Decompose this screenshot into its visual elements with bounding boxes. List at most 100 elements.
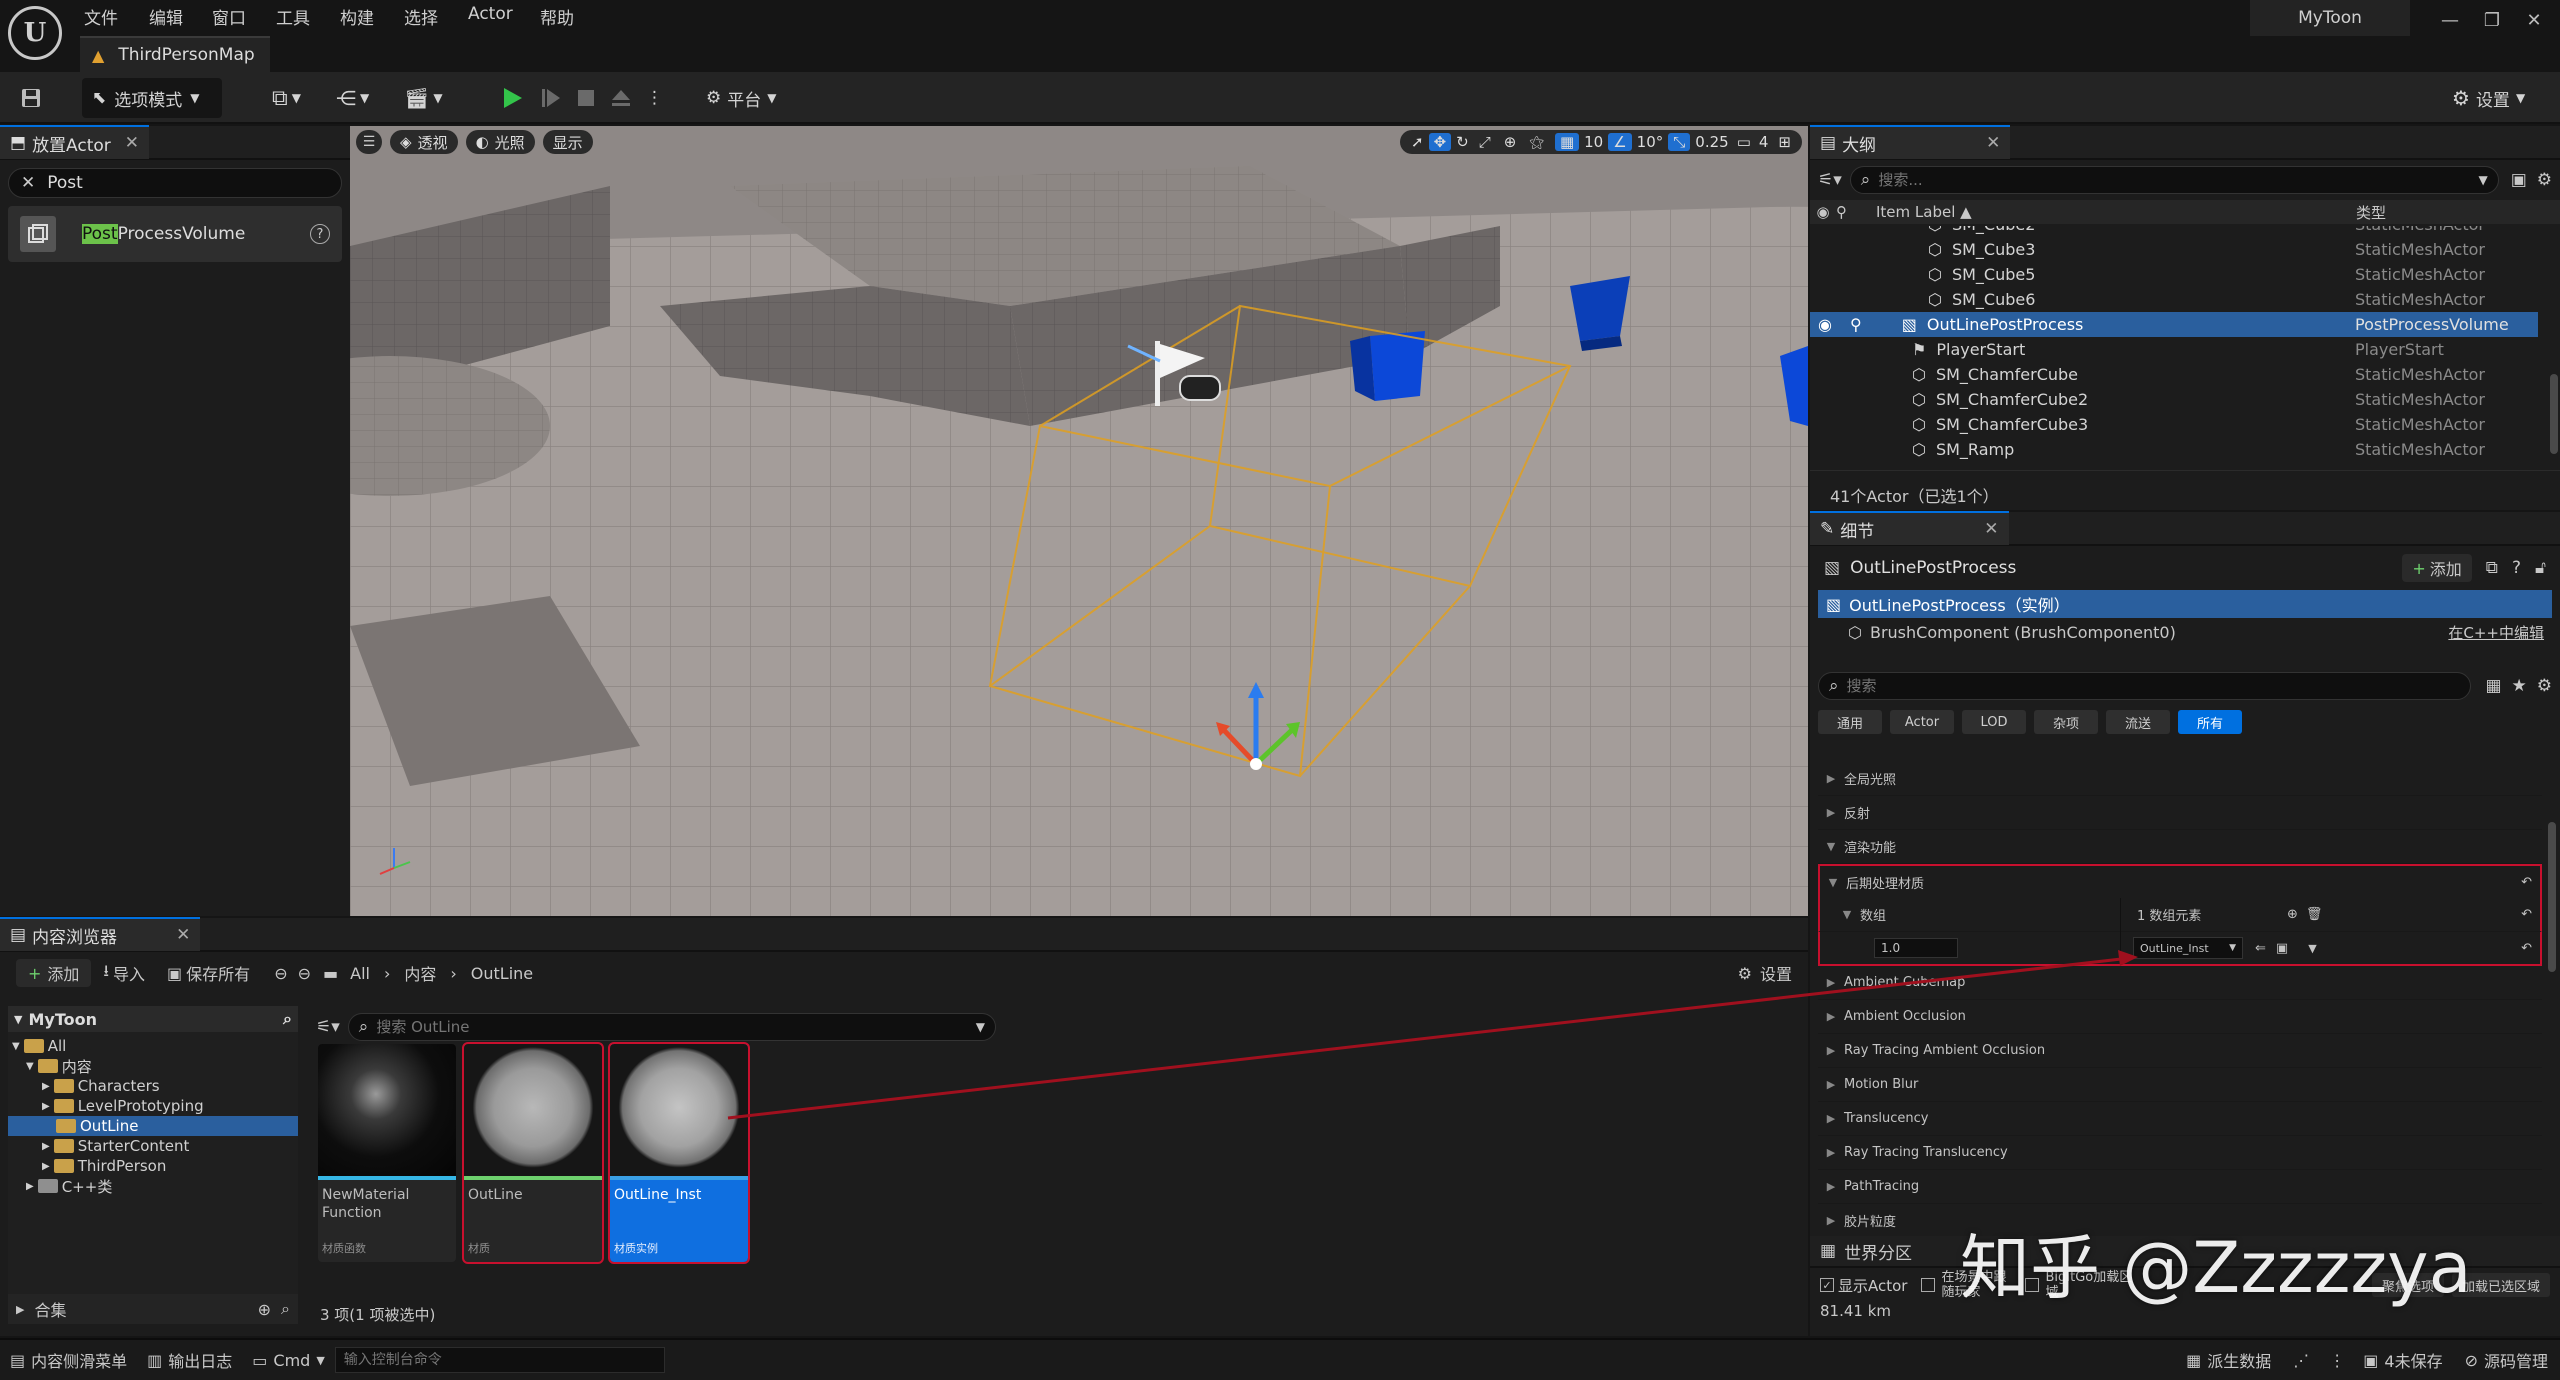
close-icon[interactable]: ✕	[176, 925, 190, 945]
show-button[interactable]: 显示	[542, 130, 593, 154]
blueprint-icon[interactable]: ⧉	[2486, 558, 2498, 578]
lock-icon[interactable]: 🔓︎	[2535, 558, 2546, 578]
select-tool-icon[interactable]: ➚	[1406, 133, 1429, 151]
scale-tool-icon[interactable]: ⤢	[1474, 133, 1496, 151]
save-icon[interactable]	[10, 78, 52, 118]
list-item[interactable]: ⬡ SM_ChamferCube3 StaticMeshActor	[1810, 412, 2538, 437]
hamburger-menu-icon[interactable]: ☰	[356, 130, 382, 154]
chevron-down-icon[interactable]: ▼	[2478, 173, 2487, 187]
asset-tile-selected[interactable]: OutLine_Inst 材质实例	[608, 1042, 750, 1264]
category-rt-ambient-occlusion[interactable]: ▶ Ray Tracing Ambient Occlusion	[1818, 1034, 2542, 1068]
star-icon[interactable]: ★	[2512, 676, 2527, 696]
perspective-button[interactable]: ◈ 透视	[390, 130, 458, 154]
platform-button[interactable]: ⚙ 平台 ▼	[696, 78, 786, 118]
category-reflections[interactable]: ▶ 反射	[1818, 796, 2542, 830]
filter-all[interactable]: 所有	[2178, 710, 2242, 734]
level-viewport[interactable]: ☰ ◈ 透视 ◐ 光照 显示 ➚ ✥ ↻ ⤢ ⊕ ⚝ ▦ 10 ∠ 10° ⤡ 0.…	[350, 126, 1808, 916]
list-item-selected[interactable]: ◉ ⚲ ▧ OutLinePostProcess PostProcessVolume	[1810, 312, 2538, 337]
details-search[interactable]: ⌕	[1818, 672, 2472, 700]
console-command-input[interactable]	[343, 1352, 656, 1368]
menu-help[interactable]: 帮助	[540, 4, 574, 29]
content-drawer-button[interactable]: ▤ 内容侧滑菜单	[0, 1340, 137, 1380]
filter-misc[interactable]: 杂项	[2034, 710, 2098, 734]
new-folder-icon[interactable]: ▣	[2511, 170, 2527, 190]
list-item[interactable]: ⬡ SM_Cube5 StaticMeshActor	[1810, 262, 2538, 287]
add-collection-icon[interactable]: ⊕	[258, 1300, 271, 1319]
add-actor-button[interactable]: ⧉ ▼	[262, 78, 311, 118]
forward-icon[interactable]: ⊖	[298, 964, 311, 983]
sources-root[interactable]: ▼ MyToon ⌕	[8, 1006, 298, 1032]
actor-result-item[interactable]: Post ProcessVolume ?	[8, 206, 342, 262]
camera-speed-value[interactable]: 4	[1754, 133, 1774, 151]
asset-search[interactable]: ⌕ ▼	[347, 1013, 996, 1041]
category-path-tracing[interactable]: ▶ PathTracing	[1818, 1170, 2542, 1204]
filter-streaming[interactable]: 流送	[2106, 710, 2170, 734]
menu-actor[interactable]: Actor	[468, 4, 513, 24]
pin-icon[interactable]: ⚲	[1850, 315, 1862, 334]
menu-tools[interactable]: 工具	[276, 4, 310, 29]
search-input[interactable]: Post	[47, 173, 83, 193]
tree-item-all[interactable]: ▼ All	[12, 1036, 66, 1056]
level-tab[interactable]: ▲ ThirdPersonMap	[80, 36, 270, 72]
tree-item-levelprototyping[interactable]: ▶ LevelPrototyping	[42, 1096, 204, 1116]
trash-icon[interactable]: 🗑︎	[2306, 907, 2323, 922]
use-selected-icon[interactable]: ⇐	[2255, 941, 2266, 956]
material-dropdown[interactable]: OutLine_Inst ▼	[2133, 937, 2243, 959]
more-options-icon[interactable]: ⋮	[2321, 1351, 2353, 1370]
add-component-button[interactable]: + 添加	[2402, 554, 2472, 582]
place-actor-search[interactable]: ✕ Post	[8, 168, 342, 198]
add-button[interactable]: + 添加	[16, 959, 92, 987]
reset-icon[interactable]: ↶	[2521, 875, 2532, 890]
tree-item-startercontent[interactable]: ▶ StarterContent	[42, 1136, 189, 1156]
scene-render[interactable]	[350, 126, 1808, 916]
outliner-scrollbar[interactable]	[2550, 374, 2558, 454]
list-item[interactable]: ⚑ PlayerStart PlayerStart	[1810, 337, 2538, 362]
mode-selector[interactable]: ⬉ 选项模式 ▼	[82, 78, 222, 118]
help-icon[interactable]: ?	[2512, 558, 2521, 578]
checkbox-checked-icon[interactable]: ✓	[1820, 1278, 1834, 1292]
rotation-snap-icon[interactable]: ∠	[1608, 133, 1632, 151]
list-item[interactable]: ⬡ SM_Cube6 StaticMeshActor	[1810, 287, 2538, 312]
visibility-icon[interactable]: ◉	[1818, 315, 1836, 334]
filter-lod[interactable]: LOD	[1962, 710, 2026, 734]
browse-icon[interactable]: ▣	[2276, 941, 2288, 956]
list-item[interactable]: ⬡ SM_ChamferCube StaticMeshActor	[1810, 362, 2538, 387]
reset-icon[interactable]: ↶	[2521, 907, 2532, 922]
array-element[interactable]: 1.0 OutLine_Inst ▼ ⇐ ▣ ▼ ↶	[1818, 931, 2542, 966]
table-view-icon[interactable]: ▦	[2485, 676, 2501, 696]
tree-item-thirdperson[interactable]: ▶ ThirdPerson	[42, 1156, 166, 1176]
surface-snap-icon[interactable]: ⚝	[1524, 133, 1549, 151]
unsaved-button[interactable]: ▣ 4未保存	[2353, 1340, 2452, 1380]
list-item[interactable]: ⬡ SM_Ramp StaticMeshActor	[1810, 437, 2538, 462]
category-rt-translucency[interactable]: ▶ Ray Tracing Translucency	[1818, 1136, 2542, 1170]
settings-button[interactable]: ⚙ 设置 ▼	[2442, 78, 2535, 118]
grid-snap-icon[interactable]: ▦	[1554, 133, 1580, 151]
cinematics-button[interactable]: 🎬︎ ▼	[394, 78, 453, 118]
breadcrumb-outline[interactable]: OutLine	[471, 964, 533, 983]
breadcrumb-content[interactable]: 内容	[404, 961, 436, 985]
menu-edit[interactable]: 编辑	[149, 4, 183, 29]
rotation-snap-value[interactable]: 10°	[1632, 133, 1669, 151]
visibility-icon[interactable]: ◉	[1810, 203, 1836, 221]
details-scrollbar[interactable]	[2548, 822, 2556, 972]
world-space-icon[interactable]: ⊕	[1496, 133, 1525, 151]
scale-snap-icon[interactable]: ⤡	[1668, 133, 1691, 151]
chevron-down-icon[interactable]: ▼	[976, 1020, 985, 1034]
help-icon[interactable]: ?	[310, 224, 330, 244]
collections-header[interactable]: ▶ 合集 ⊕ ⌕	[8, 1294, 298, 1324]
search-input[interactable]	[376, 1018, 976, 1036]
layout-icon[interactable]: ⊞	[1773, 133, 1796, 151]
tab-content-browser[interactable]: ▤ 内容浏览器 ✕	[0, 917, 201, 951]
console-input[interactable]	[334, 1347, 665, 1373]
array-property[interactable]: ▼ 数组 1 数组元素 ⊕ 🗑︎ ↶	[1818, 897, 2542, 932]
add-element-icon[interactable]: ⊕	[2287, 907, 2298, 922]
weight-input[interactable]: 1.0	[1874, 938, 1958, 958]
chevron-down-icon[interactable]: ▼	[2308, 942, 2316, 955]
scale-snap-value[interactable]: 0.25	[1690, 133, 1733, 151]
tab-details[interactable]: ✎ 细节 ✕	[1810, 511, 2009, 545]
source-control-button[interactable]: ⊘ 源码管理	[2453, 1340, 2560, 1380]
category-rendering-features[interactable]: ▼ 渲染功能	[1818, 830, 2542, 864]
list-item[interactable]: ⬡ SM_Cube2 StaticMeshActor	[1810, 226, 2538, 237]
pin-icon[interactable]: ⚲	[1836, 203, 1876, 221]
category-global-illumination[interactable]: ▶ 全局光照	[1818, 762, 2542, 796]
